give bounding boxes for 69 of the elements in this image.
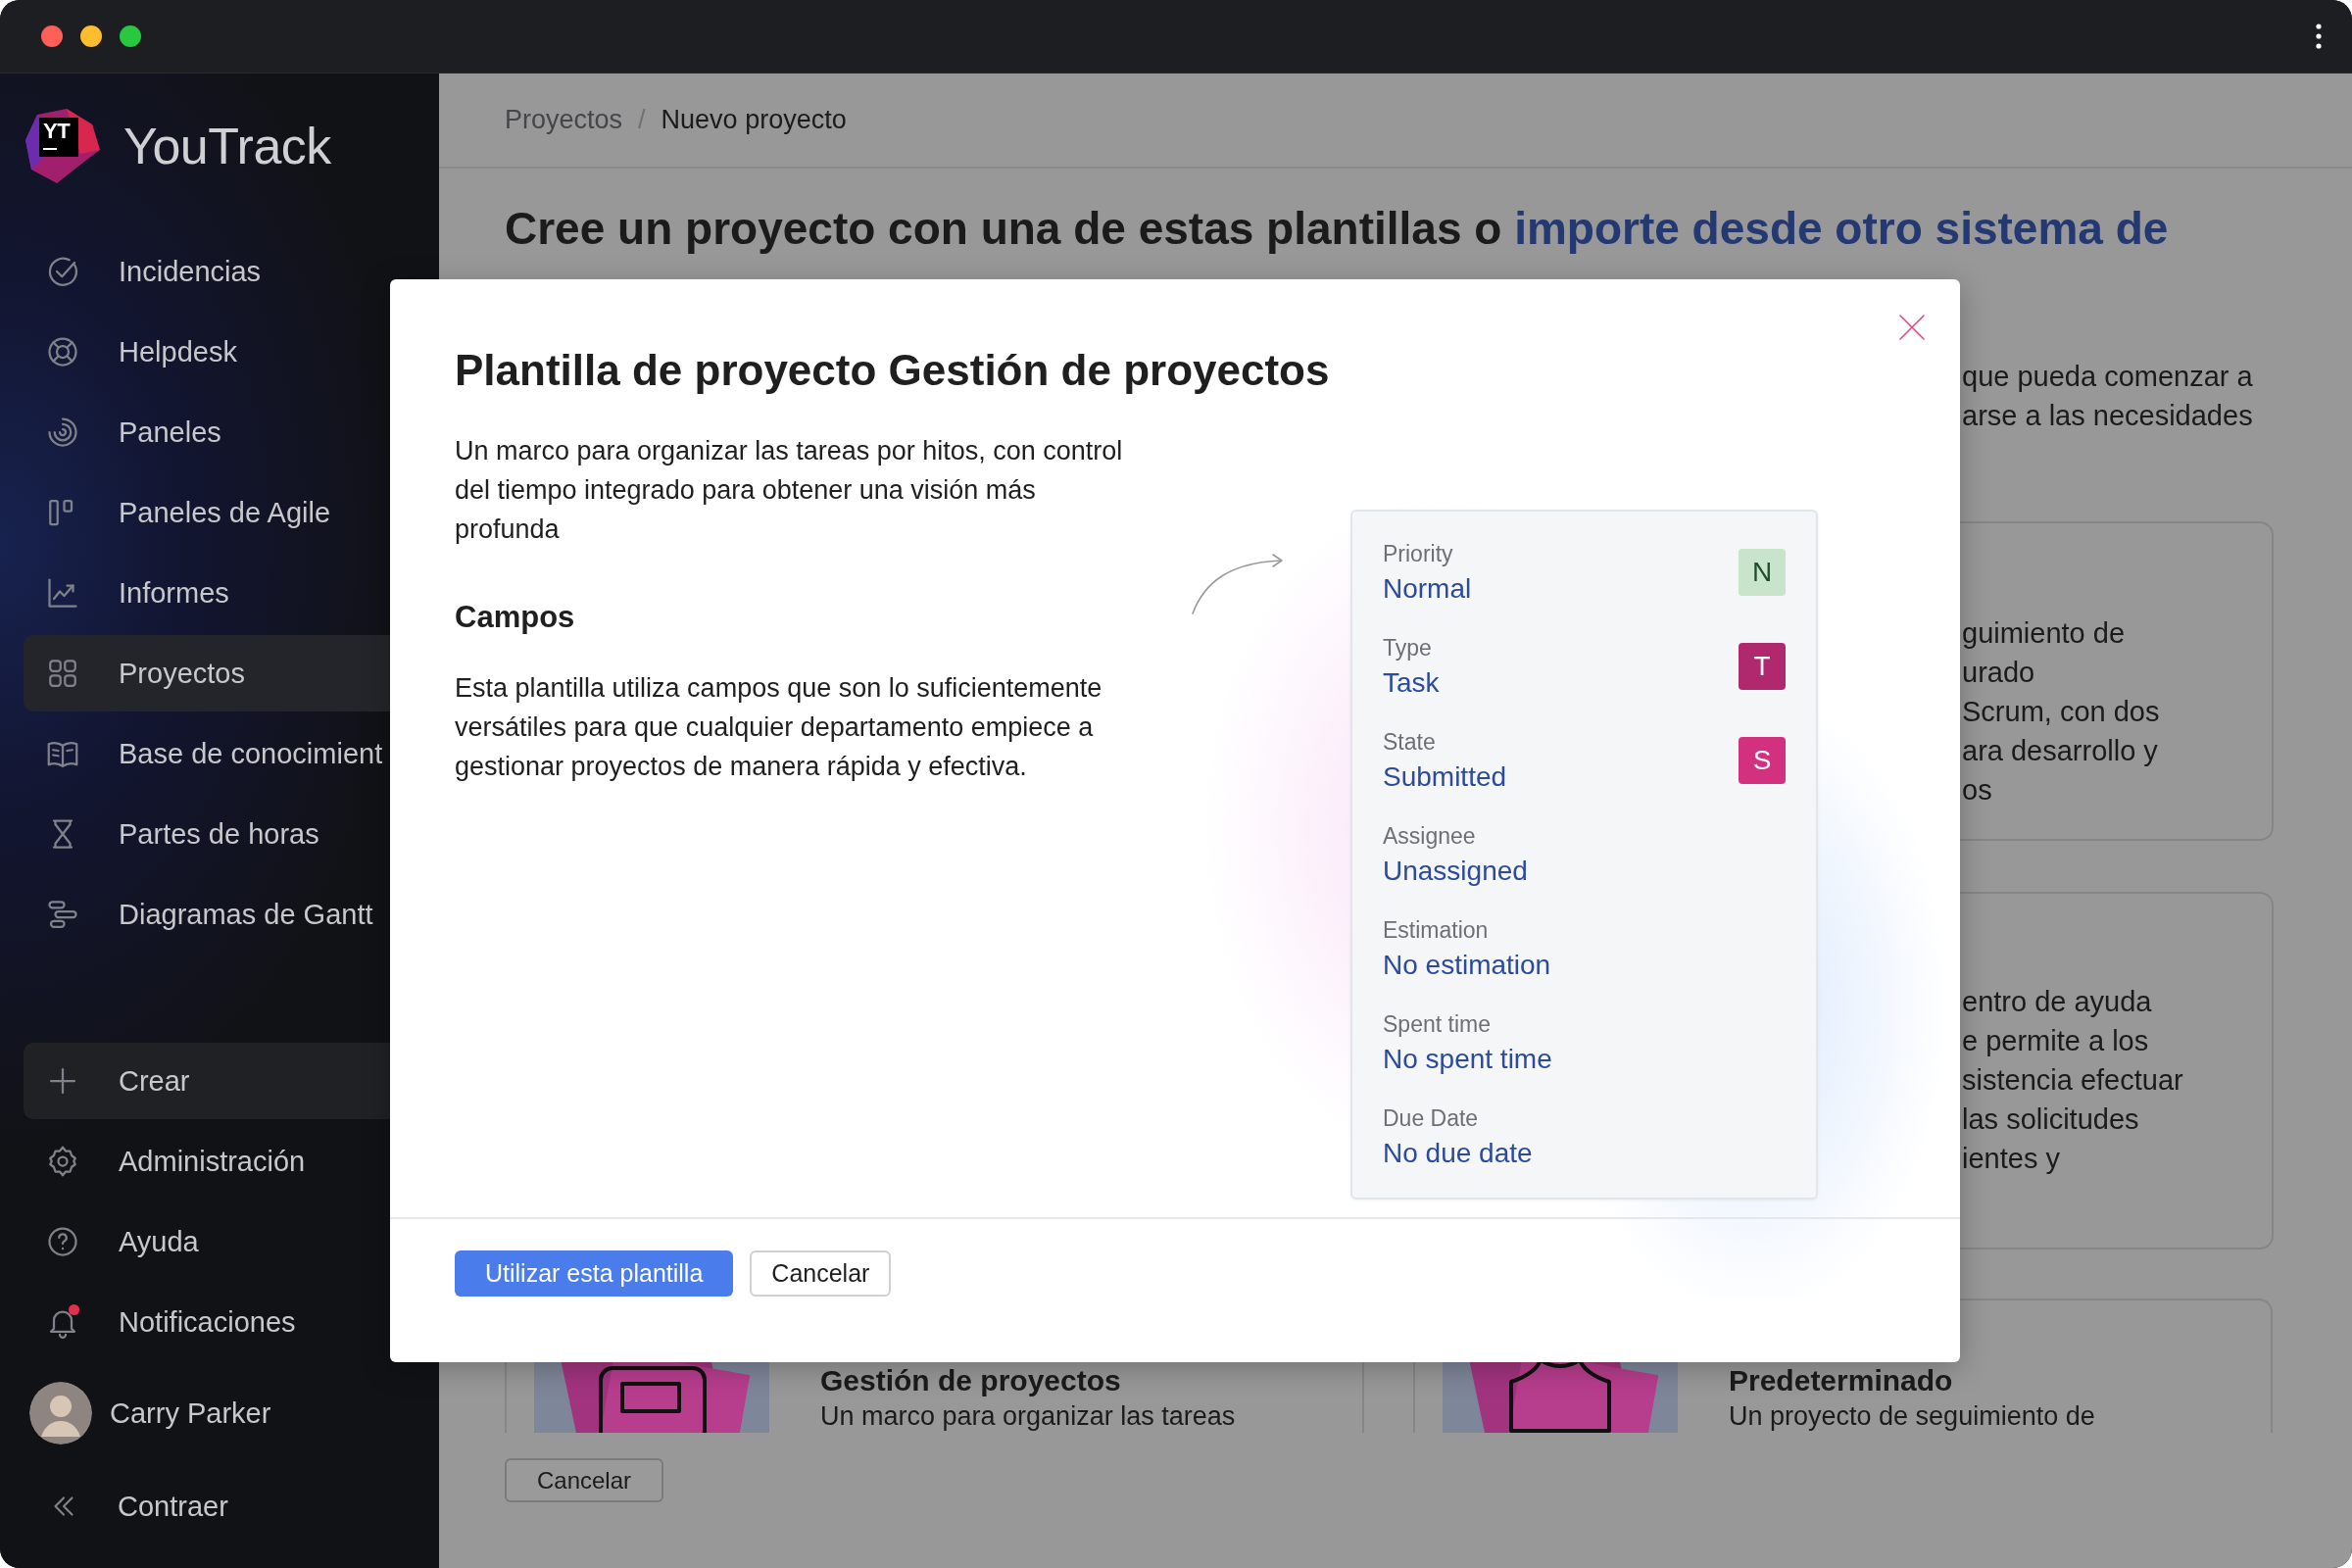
field-value[interactable]: Task xyxy=(1383,664,1739,702)
help-icon xyxy=(45,1224,80,1259)
brand-name: YouTrack xyxy=(123,116,331,175)
field-value[interactable]: Unassigned xyxy=(1383,853,1786,890)
avatar xyxy=(29,1382,92,1445)
field-label: State xyxy=(1383,728,1437,757)
field-badge: T xyxy=(1739,643,1786,690)
field-value[interactable]: No estimation xyxy=(1383,947,1786,984)
field-label: Priority xyxy=(1383,540,1454,568)
more-options-button[interactable] xyxy=(2315,23,2323,50)
card-description: Un proyecto de seguimiento de xyxy=(1729,1400,2095,1433)
nav-item[interactable]: Diagramas de Gantt xyxy=(24,876,455,953)
logo: YT xyxy=(24,106,102,185)
window-close-button[interactable] xyxy=(41,25,63,47)
page-heading: Cree un proyecto con una de estas plantillas o importe desde otro sistema de xyxy=(505,202,2170,256)
nav-item[interactable]: Base de conocimient xyxy=(24,715,455,792)
section-title: Campos xyxy=(455,600,576,635)
card-description: entro de ayuda xyxy=(1961,985,2153,1019)
field-label: Assignee xyxy=(1383,822,1477,851)
field-value[interactable]: Normal xyxy=(1383,570,1739,608)
modal-title: Plantilla de proyecto Gestión de proyectos xyxy=(455,345,1330,396)
nav-item[interactable]: Administración xyxy=(24,1123,455,1200)
user-menu[interactable]: Carry Parker xyxy=(29,1368,416,1458)
field-badge: S xyxy=(1739,737,1786,784)
card-title: Gestión de proyectos xyxy=(820,1364,1122,1397)
card-description: guimiento de xyxy=(1961,616,2127,651)
collapse-button[interactable]: Contraer xyxy=(47,1462,439,1550)
nav-item[interactable]: Informes xyxy=(24,555,455,631)
card-description: Scrum, con dos xyxy=(1961,695,2161,729)
close-button[interactable] xyxy=(1897,313,1927,342)
breadcrumb-current: Nuevo proyecto xyxy=(661,105,847,135)
card-description: e permite a los xyxy=(1961,1024,2150,1058)
section-text: Esta plantilla utiliza campos que son lo suficientemente versátiles para que cualquier departamento empiece a gestionar proyectos de manera rápida y efectiva. xyxy=(455,672,1103,783)
cancel-button[interactable]: Cancelar xyxy=(750,1250,892,1297)
intro-text: arse a las necesidades xyxy=(1961,399,2254,433)
card-description: ara desarrollo y xyxy=(1961,734,2159,768)
nav-item[interactable]: Paneles xyxy=(24,394,455,470)
template-description: Un marco para organizar las tareas por hitos, con control del tiempo integrado para obtener una visión más profunda xyxy=(455,435,1124,546)
window-zoom-button[interactable] xyxy=(120,25,141,47)
field-badge: N xyxy=(1739,549,1786,596)
use-template-button[interactable]: Utilizar esta plantilla xyxy=(455,1250,734,1297)
field-label: Due Date xyxy=(1383,1104,1480,1133)
card-description: Un marco para organizar las tareas xyxy=(820,1400,1236,1433)
chart-icon xyxy=(45,575,80,611)
breadcrumb-separator: / xyxy=(638,105,646,135)
field-label: Estimation xyxy=(1383,916,1490,945)
window-minimize-button[interactable] xyxy=(80,25,102,47)
nav-item[interactable]: Partes de horas xyxy=(24,796,455,872)
card-description: sistencia efectuar xyxy=(1961,1063,2184,1098)
import-link[interactable]: importe desde otro sistema de xyxy=(1514,203,2169,254)
nav-item[interactable]: Ayuda xyxy=(24,1203,455,1280)
cancel-button[interactable]: Cancelar xyxy=(505,1458,663,1502)
field-value[interactable]: No spent time xyxy=(1383,1041,1786,1078)
card-description: las solicitudes xyxy=(1961,1102,2140,1137)
card-description: ientes y xyxy=(1961,1142,2061,1176)
field-label: Type xyxy=(1383,634,1433,662)
field-value[interactable]: No due date xyxy=(1383,1135,1786,1172)
card-title: Predeterminado xyxy=(1729,1364,1954,1397)
spiral-icon xyxy=(45,415,80,450)
nav-item[interactable]: Notificaciones xyxy=(24,1284,455,1360)
nav-item[interactable]: Paneles de Agile xyxy=(24,474,455,551)
nav-item[interactable]: Helpdesk xyxy=(24,314,455,390)
field-label: Spent time xyxy=(1383,1010,1492,1039)
field-value[interactable]: Submitted xyxy=(1383,759,1739,796)
card-description: urado xyxy=(1961,656,2036,690)
intro-text: que pueda comenzar a xyxy=(1961,360,2254,394)
card-description: os xyxy=(1961,773,1993,808)
close-icon xyxy=(1897,313,1927,342)
lifebuoy-icon xyxy=(45,334,80,369)
